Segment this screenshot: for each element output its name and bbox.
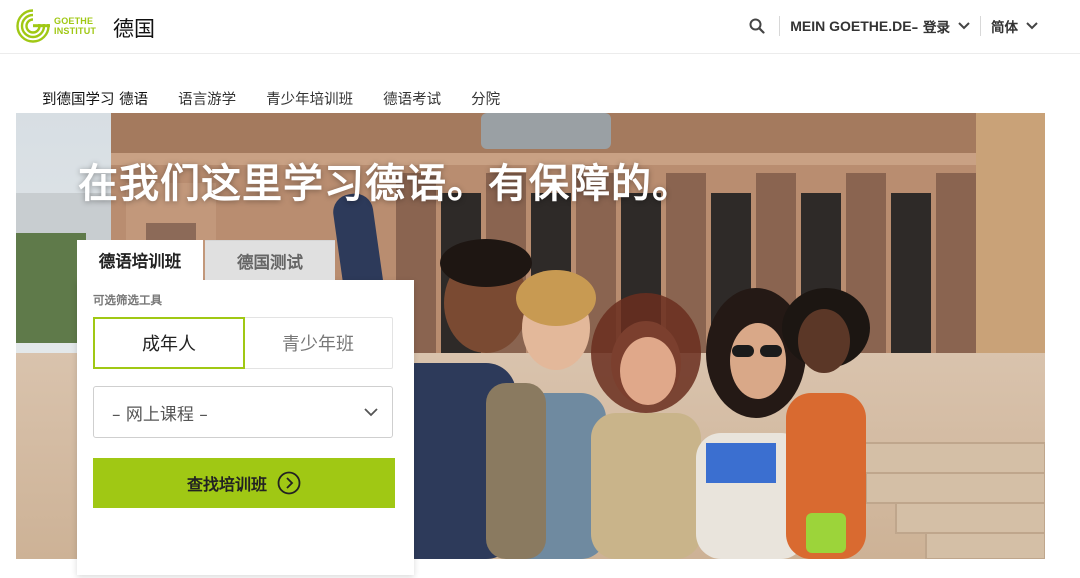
chevron-down-icon	[958, 22, 970, 30]
goethe-logo[interactable]: GOETHE INSTITUT	[16, 9, 96, 43]
hero-title: 在我们这里学习德语。有保障的。	[78, 161, 693, 207]
account-prefix: MEIN GOETHE.DE	[790, 18, 912, 34]
chevron-down-icon	[364, 407, 378, 416]
language-selector[interactable]: 简体	[991, 16, 1038, 36]
nav-item-language-travel[interactable]: 语言游学	[178, 88, 236, 109]
arrow-circle-right-icon	[277, 471, 301, 495]
course-finder: 德语培训班 德国测试 可选筛选工具 成年人 青少年班 – 网上课程 – 查找培训…	[77, 240, 414, 575]
nav-item-study-german[interactable]: 到德国学习 德语	[42, 88, 148, 109]
finder-panel: 可选筛选工具 成年人 青少年班 – 网上课程 – 查找培训班	[77, 280, 414, 575]
main-nav: 到德国学习 德语 语言游学 青少年培训班 德语考试 分院	[42, 88, 500, 109]
divider	[980, 16, 981, 36]
nav-item-branches[interactable]: 分院	[471, 88, 500, 109]
finder-tabs: 德语培训班 德国测试	[77, 240, 414, 280]
course-type-value: – 网上课程 –	[112, 404, 208, 425]
chevron-down-icon	[1026, 22, 1038, 30]
toggle-adults[interactable]: 成年人	[93, 317, 245, 369]
login-label: – 登录	[911, 20, 950, 36]
audience-toggle: 成年人 青少年班	[93, 317, 393, 369]
filter-label: 可选筛选工具	[93, 293, 162, 307]
toggle-youth[interactable]: 青少年班	[244, 318, 392, 368]
logo-wordmark: GOETHE INSTITUT	[54, 16, 96, 36]
nav-item-exams[interactable]: 德语考试	[383, 88, 441, 109]
goethe-logo-icon	[16, 9, 50, 43]
country-title: 德国	[113, 17, 155, 41]
logo-line-2: INSTITUT	[54, 26, 97, 36]
divider	[779, 16, 781, 36]
search-button[interactable]	[745, 14, 769, 38]
logo-line-1: GOETHE	[54, 16, 94, 26]
tab-german-exams[interactable]: 德国测试	[205, 240, 335, 280]
language-label: 简体	[991, 20, 1018, 36]
find-courses-button[interactable]: 查找培训班	[93, 458, 395, 508]
site-header: GOETHE INSTITUT 德国 MEIN GOETHE.DE – 登录 简…	[0, 0, 1080, 54]
tab-german-courses[interactable]: 德语培训班	[77, 240, 203, 280]
account-login-menu[interactable]: MEIN GOETHE.DE – 登录	[790, 16, 970, 36]
search-icon	[749, 18, 765, 34]
header-actions: MEIN GOETHE.DE – 登录 简体	[745, 14, 1038, 38]
nav-item-youth-courses[interactable]: 青少年培训班	[266, 88, 353, 109]
find-courses-label: 查找培训班	[186, 475, 267, 494]
course-type-select[interactable]: – 网上课程 –	[93, 386, 393, 438]
